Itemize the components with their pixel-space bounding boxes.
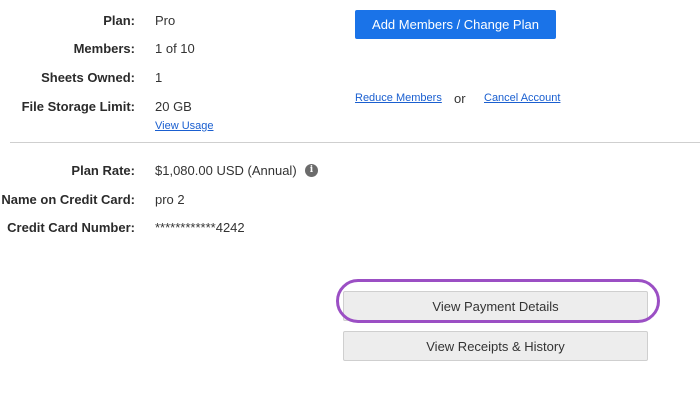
plan-rate-value: $1,080.00 USD (Annual) bbox=[155, 163, 297, 178]
info-icon[interactable]: i bbox=[305, 164, 318, 177]
view-receipts-history-button[interactable]: View Receipts & History bbox=[343, 331, 648, 361]
add-members-change-plan-button[interactable]: Add Members / Change Plan bbox=[355, 10, 556, 39]
cancel-account-link[interactable]: Cancel Account bbox=[484, 91, 560, 105]
members-label: Members: bbox=[73, 41, 135, 56]
members-value: 1 of 10 bbox=[155, 41, 195, 56]
card-number-label: Credit Card Number: bbox=[7, 220, 135, 235]
plan-rate-label: Plan Rate: bbox=[71, 163, 135, 178]
card-number-value: ************4242 bbox=[155, 220, 245, 235]
view-usage-link[interactable]: View Usage bbox=[155, 119, 214, 133]
account-plan-page: Plan: Pro Members: 1 of 10 Sheets Owned:… bbox=[0, 0, 700, 398]
name-on-card-label: Name on Credit Card: bbox=[1, 192, 135, 207]
or-separator: or bbox=[454, 91, 466, 106]
sheets-owned-value: 1 bbox=[155, 70, 163, 85]
section-divider bbox=[10, 142, 700, 143]
view-payment-details-button[interactable]: View Payment Details bbox=[343, 291, 648, 321]
reduce-members-link[interactable]: Reduce Members bbox=[355, 91, 442, 105]
sheets-owned-label: Sheets Owned: bbox=[41, 70, 135, 85]
storage-limit-value: 20 GB bbox=[155, 99, 192, 114]
plan-label: Plan: bbox=[103, 13, 135, 28]
storage-limit-label: File Storage Limit: bbox=[21, 99, 135, 114]
name-on-card-value: pro 2 bbox=[155, 192, 185, 207]
plan-value: Pro bbox=[155, 13, 176, 28]
